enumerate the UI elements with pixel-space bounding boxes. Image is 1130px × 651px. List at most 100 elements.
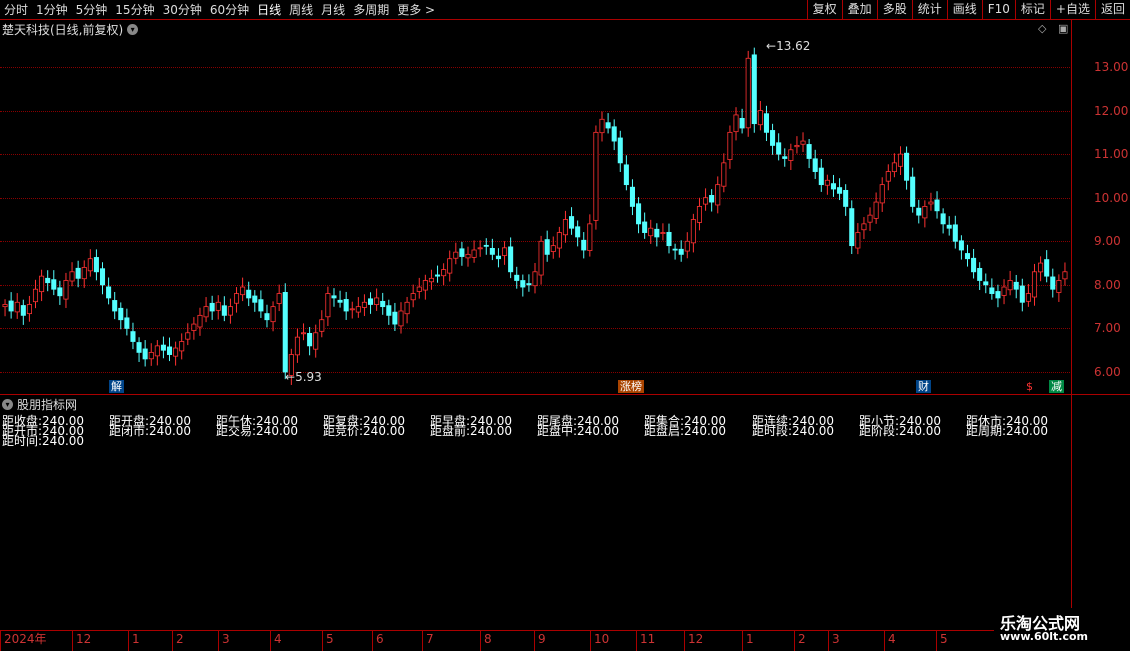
time-tick: 6: [372, 631, 384, 651]
indicator-title[interactable]: ▾ 股朋指标网: [2, 396, 77, 413]
candle-body: [355, 306, 361, 313]
candle-body: [800, 140, 806, 145]
candle-body: [124, 317, 130, 329]
reduce-badge[interactable]: 减: [1049, 380, 1064, 393]
candle-body: [252, 295, 258, 303]
time-tick: 4: [270, 631, 282, 651]
toolbar-button-4[interactable]: 画线: [946, 0, 982, 19]
toolbar-button-5[interactable]: F10: [981, 0, 1015, 19]
time-tick: 5: [936, 631, 948, 651]
candle-body: [916, 207, 922, 216]
candle-body: [45, 277, 51, 284]
right-buttons: 复权 叠加 多股 统计 画线 F10 标记 +自选 返回: [806, 0, 1130, 19]
candle-body: [465, 253, 471, 259]
candle-body: [471, 249, 477, 258]
chevron-down-icon[interactable]: ▾: [2, 399, 13, 410]
candle-body: [75, 267, 81, 279]
candle-body: [428, 277, 434, 283]
high-value: 13.62: [776, 39, 811, 53]
toolbar-button-6[interactable]: 标记: [1014, 0, 1050, 19]
candle-body: [751, 54, 757, 125]
toolbar-button-7[interactable]: +自选: [1049, 0, 1095, 19]
candle-body: [922, 206, 928, 219]
indicator-value: 距周期:240.00: [966, 424, 1049, 438]
candle-body: [995, 291, 1001, 299]
candle-body: [319, 319, 325, 332]
candle-body: [812, 158, 818, 172]
unlock-badge[interactable]: 解: [109, 380, 124, 393]
candle-body: [1050, 276, 1056, 290]
time-tick: 4: [884, 631, 896, 651]
candle-body: [81, 267, 87, 280]
tab-8[interactable]: 月线: [321, 1, 345, 18]
tab-4[interactable]: 30分钟: [163, 1, 202, 18]
candle-body: [63, 280, 69, 300]
candle-body: [441, 269, 447, 277]
candle-body: [958, 240, 964, 251]
candle-body: [690, 219, 696, 244]
candle-body: [788, 149, 794, 161]
candle-body: [32, 288, 39, 303]
candle-body: [349, 308, 355, 311]
indicator-value: 距盘中:240.00: [537, 424, 620, 438]
time-tick: 2024年: [0, 631, 47, 651]
toolbar-button-1[interactable]: 叠加: [841, 0, 877, 19]
candle-body: [489, 247, 495, 255]
high-marker: ←13.62: [766, 39, 811, 53]
candle-body: [709, 195, 715, 203]
tab-6[interactable]: 日线: [257, 1, 281, 18]
tab-10[interactable]: 更多 >: [397, 1, 435, 18]
tab-9[interactable]: 多周期: [353, 1, 389, 18]
candle-body: [209, 302, 215, 312]
candle-body: [459, 248, 465, 257]
indicator-value: 距阶段:240.00: [859, 424, 942, 438]
toolbar-button-8[interactable]: 返回: [1094, 0, 1130, 19]
candle-body: [977, 268, 983, 281]
dollar-badge[interactable]: $: [1024, 380, 1035, 393]
tab-0[interactable]: 分时: [4, 1, 28, 18]
candle-body: [148, 351, 154, 360]
candle-body: [1001, 286, 1007, 296]
candle-body: [361, 301, 367, 308]
toolbar-button-0[interactable]: 复权: [806, 0, 842, 19]
candle-body: [532, 271, 538, 287]
indicator-title-text: 股朋指标网: [17, 398, 78, 412]
candle-body: [550, 245, 556, 252]
low-value: 5.93: [295, 370, 322, 384]
candle-body: [477, 247, 483, 250]
candle-body: [617, 137, 623, 164]
candlestick-chart[interactable]: [0, 30, 1070, 390]
candle-body: [940, 213, 946, 225]
candle-body: [343, 299, 349, 312]
candle-body: [404, 301, 410, 315]
candle-body: [587, 223, 593, 251]
toolbar-button-2[interactable]: 多股: [876, 0, 912, 19]
candle-body: [806, 144, 812, 159]
candle-body: [410, 293, 416, 301]
tab-3[interactable]: 15分钟: [115, 1, 154, 18]
candle-body: [422, 280, 428, 291]
time-tick: 9: [534, 631, 546, 651]
candle-body: [282, 292, 288, 373]
tab-1[interactable]: 1分钟: [36, 1, 68, 18]
candle-body: [1056, 280, 1062, 293]
candle-body: [502, 247, 508, 256]
tab-5[interactable]: 60分钟: [210, 1, 249, 18]
limit-up-badge[interactable]: 涨榜: [618, 380, 644, 393]
low-marker: ←5.93: [285, 370, 322, 384]
candle-body: [745, 57, 751, 129]
candle-body: [435, 274, 441, 277]
period-tabs: 分时 1分钟 5分钟 15分钟 30分钟 60分钟 日线 周线 月线 多周期 更多 >: [0, 0, 443, 19]
candle-body: [258, 299, 264, 312]
candle-body: [824, 179, 830, 186]
toolbar-button-3[interactable]: 统计: [911, 0, 947, 19]
candle-body: [934, 199, 940, 212]
candle-body: [684, 240, 690, 252]
candle-body: [946, 224, 952, 229]
time-tick: 8: [480, 631, 492, 651]
finance-badge[interactable]: 财: [916, 380, 931, 393]
tab-2[interactable]: 5分钟: [76, 1, 108, 18]
candle-body: [678, 248, 684, 255]
tab-7[interactable]: 周线: [289, 1, 313, 18]
candle-body: [14, 301, 20, 313]
